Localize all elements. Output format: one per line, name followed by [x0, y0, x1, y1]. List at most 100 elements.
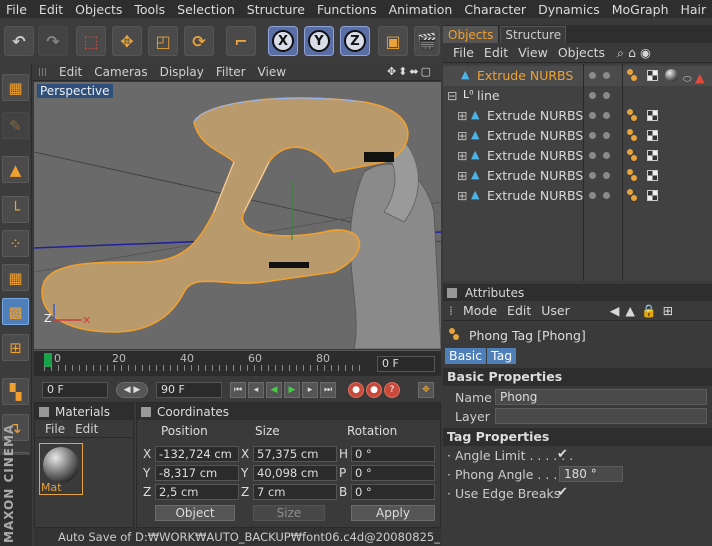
viewport-menu-edit[interactable]: Edit: [47, 65, 82, 79]
expand-icon[interactable]: ⊞: [457, 166, 467, 186]
rotate-button[interactable]: ⟳: [184, 26, 214, 56]
model-tool-button[interactable]: ▲: [2, 156, 29, 183]
visibility-dot[interactable]: [589, 132, 596, 139]
materials-menu-file[interactable]: File: [45, 422, 65, 436]
perspective-viewport[interactable]: Z ✕ Perspective: [34, 82, 441, 349]
move-button[interactable]: ✥: [112, 26, 142, 56]
pos-z-field[interactable]: 2,5 cm: [155, 484, 239, 500]
menu-edit[interactable]: Edit: [33, 2, 69, 17]
visibility-dot[interactable]: [589, 72, 596, 79]
attributes-menu-edit[interactable]: Edit: [507, 303, 531, 318]
texture-mode-button[interactable]: ⊞: [2, 334, 29, 361]
prev-key-button[interactable]: ◂: [248, 382, 264, 398]
phong-tag-icon[interactable]: [627, 149, 639, 163]
points-mode-button[interactable]: ⁘: [2, 230, 29, 257]
end-frame-field[interactable]: 90 F: [156, 382, 222, 398]
polygon-pen-button[interactable]: ✎: [2, 112, 29, 139]
render-dot[interactable]: [603, 172, 610, 179]
axis-tool-button[interactable]: └: [2, 196, 29, 223]
eye-icon[interactable]: ◉: [640, 45, 651, 60]
back-arrow-icon[interactable]: ◀: [610, 303, 620, 318]
next-key-button[interactable]: ▸: [302, 382, 318, 398]
play-forward-button[interactable]: ▶: [284, 382, 300, 398]
undo-button[interactable]: ↶: [4, 26, 34, 56]
attributes-menu-user[interactable]: User: [541, 303, 570, 318]
tab-structure[interactable]: Structure: [500, 26, 567, 43]
menu-tools[interactable]: Tools: [128, 2, 171, 17]
workplane-button[interactable]: ▚: [2, 378, 29, 405]
layout-button[interactable]: ▦: [2, 74, 29, 101]
texture-tag-icon[interactable]: [647, 190, 658, 201]
render-button[interactable]: 🎬: [414, 26, 440, 56]
menu-mograph[interactable]: MoGraph: [606, 2, 675, 17]
viewport-menu-filter[interactable]: Filter: [204, 65, 246, 79]
menu-functions[interactable]: Functions: [311, 2, 383, 17]
timeline-ruler[interactable]: 0 20 40 60 80 0 F: [34, 350, 441, 376]
redo-button[interactable]: ↷: [38, 26, 68, 56]
object-mode-button[interactable]: ▣: [378, 26, 408, 56]
objects-menu-file[interactable]: File: [453, 45, 474, 60]
menu-objects[interactable]: Objects: [69, 2, 128, 17]
coordinate-system-button[interactable]: ⌐: [226, 26, 256, 56]
pos-y-field[interactable]: -8,317 cm: [155, 465, 239, 481]
list-item[interactable]: ⊞ ▲ Extrude NURBS: [443, 186, 712, 206]
phong-tag-icon[interactable]: [627, 69, 639, 83]
objects-menu-edit[interactable]: Edit: [484, 45, 508, 60]
rot-p-field[interactable]: 0 °: [351, 465, 435, 481]
scale-button[interactable]: ◰: [148, 26, 178, 56]
home-icon[interactable]: ⌂: [628, 45, 636, 60]
render-dot[interactable]: [603, 152, 610, 159]
rot-h-field[interactable]: 0 °: [351, 446, 435, 462]
play-backward-button[interactable]: ◀: [266, 382, 282, 398]
goto-start-button[interactable]: ⏮: [230, 382, 246, 398]
viewport-menu-view[interactable]: View: [246, 65, 286, 79]
expand-icon[interactable]: ⊞: [457, 106, 467, 126]
render-dot[interactable]: [603, 192, 610, 199]
expand-icon[interactable]: ⊞: [457, 146, 467, 166]
start-frame-field[interactable]: 0 F: [42, 382, 108, 398]
frame-stepper[interactable]: ◀ ▶: [116, 382, 148, 398]
texture-tag-icon[interactable]: [647, 130, 658, 141]
objects-menu-objects[interactable]: Objects: [558, 45, 605, 60]
record-button[interactable]: ●: [348, 382, 364, 398]
x-axis-button[interactable]: X: [268, 26, 298, 56]
visibility-dot[interactable]: [589, 172, 596, 179]
apply-button[interactable]: Apply: [351, 505, 435, 521]
menu-selection[interactable]: Selection: [171, 2, 241, 17]
viewport-menu-display[interactable]: Display: [148, 65, 204, 79]
menu-file[interactable]: File: [0, 2, 33, 17]
materials-menu-edit[interactable]: Edit: [75, 422, 98, 436]
list-item[interactable]: ⊞ ▲ Extrude NURBS: [443, 106, 712, 126]
phong-tag-icon[interactable]: [627, 129, 639, 143]
y-axis-button[interactable]: Y: [304, 26, 334, 56]
list-item[interactable]: ▲ Extrude NURBS ⬭ ▲: [443, 66, 712, 86]
size-y-field[interactable]: 40,098 cm: [253, 465, 337, 481]
objects-menu-view[interactable]: View: [518, 45, 548, 60]
visibility-dot[interactable]: [589, 112, 596, 119]
texture-tag-icon[interactable]: [647, 150, 658, 161]
phong-tag-icon[interactable]: [627, 109, 639, 123]
column-divider[interactable]: [622, 64, 623, 281]
menu-animation[interactable]: Animation: [383, 2, 459, 17]
list-item[interactable]: ⊞ ▲ Extrude NURBS: [443, 126, 712, 146]
tab-objects[interactable]: Objects: [443, 26, 499, 43]
expand-icon[interactable]: ⊞: [457, 126, 467, 146]
z-axis-button[interactable]: Z: [340, 26, 370, 56]
edges-mode-button[interactable]: ▦: [2, 264, 29, 291]
column-divider[interactable]: [583, 64, 584, 281]
tab-tag[interactable]: Tag: [487, 348, 517, 364]
visibility-dot[interactable]: [589, 192, 596, 199]
autokey-button[interactable]: ●: [366, 382, 382, 398]
pos-x-field[interactable]: -132,724 cm: [155, 446, 239, 462]
name-field[interactable]: Phong: [495, 389, 707, 405]
tab-basic[interactable]: Basic: [445, 348, 487, 364]
warning-tag-icon[interactable]: ▲: [695, 68, 705, 88]
rot-b-field[interactable]: 0 °: [351, 484, 435, 500]
phong-angle-field[interactable]: 180 °: [559, 466, 623, 482]
texture-tag-icon[interactable]: [647, 170, 658, 181]
keyframe-selection-button[interactable]: ?: [384, 382, 400, 398]
current-frame-field[interactable]: 0 F: [377, 356, 435, 372]
attributes-menu-mode[interactable]: Mode: [463, 303, 497, 318]
visibility-dot[interactable]: [589, 92, 596, 99]
phong-tag-icon[interactable]: [627, 189, 639, 203]
